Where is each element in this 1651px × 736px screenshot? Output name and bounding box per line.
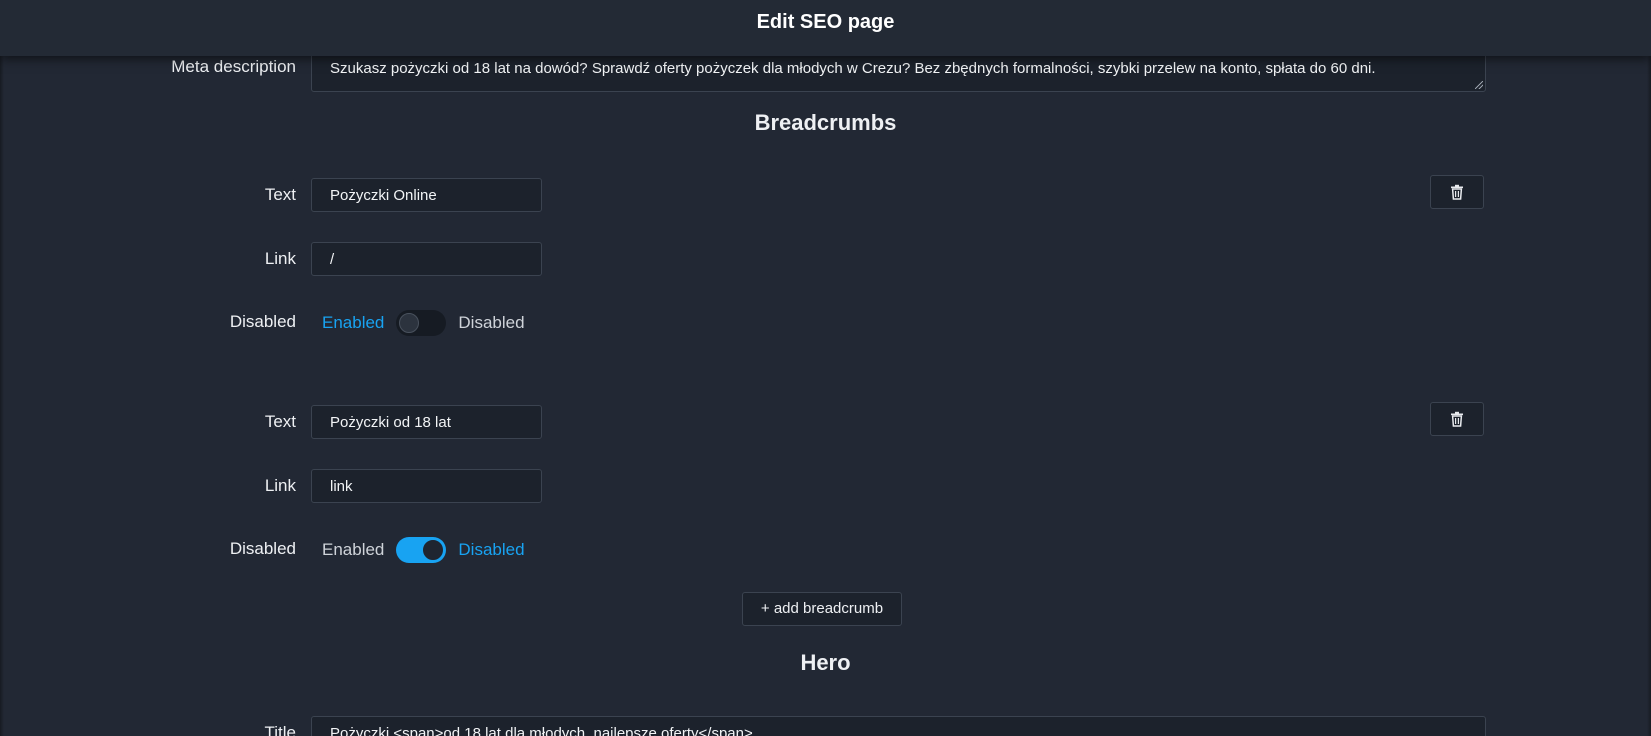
- add-breadcrumb-button[interactable]: + add breadcrumb: [742, 592, 902, 626]
- breadcrumb-1-text-label: Text: [264, 185, 296, 204]
- breadcrumb-1-disabled-toggle-row: Enabled Disabled: [322, 310, 525, 336]
- left-edge-shadow: [0, 56, 4, 736]
- breadcrumb-2-enabled-option[interactable]: Enabled: [322, 540, 384, 560]
- meta-description-label: Meta description: [171, 57, 296, 76]
- breadcrumb-1-disabled-label: Disabled: [229, 312, 296, 331]
- resize-grip-icon[interactable]: [1475, 81, 1483, 89]
- breadcrumb-2-delete-button[interactable]: [1430, 402, 1484, 436]
- page-title: Edit SEO page: [756, 11, 895, 33]
- hero-title-input[interactable]: Pożyczki <span>od 18 lat dla młodych, na…: [311, 716, 1486, 736]
- hero-title-label: Title: [264, 723, 297, 736]
- breadcrumb-1-text-input[interactable]: Pożyczki Online: [311, 178, 542, 212]
- breadcrumb-2-link-input[interactable]: link: [311, 469, 542, 503]
- form-scroll-area[interactable]: Meta description Szukasz pożyczki od 18 …: [0, 52, 1651, 736]
- breadcrumb-1-enabled-option[interactable]: Enabled: [322, 313, 384, 333]
- edit-seo-page: Meta description Szukasz pożyczki od 18 …: [0, 0, 1651, 736]
- breadcrumb-1-link-input[interactable]: /: [311, 242, 542, 276]
- trash-icon: [1451, 411, 1463, 427]
- meta-description-value: Szukasz pożyczki od 18 lat na dowód? Spr…: [330, 60, 1376, 77]
- breadcrumb-2-text-label: Text: [264, 412, 296, 431]
- right-edge-shadow: [1647, 56, 1651, 736]
- meta-description-textarea[interactable]: Szukasz pożyczki od 18 lat na dowód? Spr…: [311, 52, 1486, 92]
- breadcrumb-2-link-label: Link: [264, 476, 296, 495]
- breadcrumb-2-disabled-option[interactable]: Disabled: [458, 540, 524, 560]
- breadcrumb-1-disabled-option[interactable]: Disabled: [458, 313, 524, 333]
- hero-section-title: Hero: [800, 650, 851, 675]
- switch-knob: [423, 540, 444, 560]
- modal-header: Edit SEO page: [0, 0, 1651, 56]
- trash-icon: [1451, 184, 1463, 200]
- breadcrumb-1-link-label: Link: [264, 249, 296, 268]
- breadcrumb-2-text-input[interactable]: Pożyczki od 18 lat: [311, 405, 542, 439]
- breadcrumb-2-disabled-toggle-row: Enabled Disabled: [322, 537, 525, 563]
- switch-knob: [399, 313, 420, 333]
- breadcrumb-1-delete-button[interactable]: [1430, 175, 1484, 209]
- breadcrumb-2-disabled-switch[interactable]: [396, 537, 447, 563]
- breadcrumb-1-disabled-switch[interactable]: [396, 310, 447, 336]
- breadcrumb-2-disabled-label: Disabled: [229, 539, 296, 558]
- breadcrumbs-section-title: Breadcrumbs: [754, 110, 897, 135]
